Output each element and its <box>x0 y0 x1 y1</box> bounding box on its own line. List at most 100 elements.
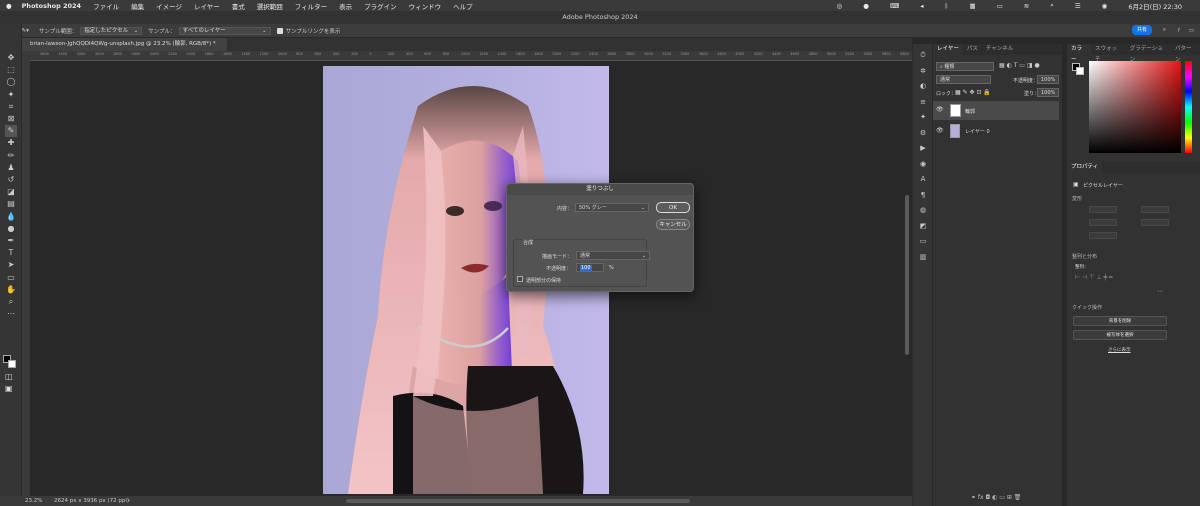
bg-swatch[interactable] <box>1076 67 1084 75</box>
status-arrow-icon[interactable]: › <box>128 496 130 506</box>
path-select-tool-icon[interactable]: ➤ <box>5 259 17 271</box>
sample-select[interactable]: すべてのレイヤー ⌄ <box>178 26 271 35</box>
tab-swatches[interactable]: スウォッチ <box>1091 44 1126 63</box>
libraries-icon[interactable]: ≡ <box>918 95 928 111</box>
properties-icon[interactable]: ✲ <box>918 64 928 80</box>
apple-icon[interactable]: ● <box>6 2 12 10</box>
mode-select[interactable]: 通常 ⌄ <box>576 251 650 260</box>
siri-icon[interactable]: ◉ <box>1102 2 1108 10</box>
share-button[interactable]: 共有 <box>1132 25 1152 35</box>
grid-icon[interactable]: ▦ <box>969 2 975 10</box>
filter-icons[interactable]: ▦ ◐ T ▭ ◨ ● <box>999 62 1040 69</box>
select-subject-button[interactable]: 被写体を選択 <box>1073 330 1167 340</box>
history-icon[interactable]: ⏱ <box>918 48 928 64</box>
clone-source-icon[interactable]: ⚙ <box>918 126 928 142</box>
cancel-button[interactable]: キャンセル <box>656 219 690 230</box>
timeline-icon[interactable]: ▥ <box>918 250 928 266</box>
blur-tool-icon[interactable]: 💧 <box>5 211 17 223</box>
speaker-icon[interactable]: ◂ <box>920 2 923 10</box>
eraser-tool-icon[interactable]: ◪ <box>5 186 17 198</box>
menu-type[interactable]: 書式 <box>232 1 245 11</box>
frame-tool-icon[interactable]: ⊠ <box>5 113 17 125</box>
quick-actions-section[interactable]: クイック操作 <box>1072 304 1102 311</box>
layer-footer-icons[interactable]: ⚭ fx ◘ ◐ ▭ ⊞ 🗑 <box>971 494 1021 501</box>
lasso-tool-icon[interactable]: ◯ <box>5 76 17 88</box>
healing-tool-icon[interactable]: ✚ <box>5 137 17 149</box>
align-buttons[interactable]: ⊢ ⊣ ⊤ ⊥ ╪ ═ <box>1075 274 1113 281</box>
clock[interactable]: 6月2日(日) 22:30 <box>1128 1 1182 11</box>
layer-row-selected[interactable]: 👁 輪郭 <box>933 101 1059 120</box>
fill-field[interactable]: 100% <box>1037 88 1059 97</box>
hue-slider[interactable] <box>1185 61 1192 153</box>
adjustments-icon[interactable]: ◐ <box>918 79 928 95</box>
creative-cloud-icon[interactable]: ◎ <box>837 2 843 10</box>
align-section[interactable]: 整列と分布 <box>1072 253 1097 260</box>
character-icon[interactable]: A <box>918 172 928 188</box>
wifi-icon[interactable]: ≋ <box>1024 2 1029 10</box>
blend-mode-select[interactable]: 通常 <box>936 75 991 84</box>
tab-layers[interactable]: レイヤー <box>933 44 963 55</box>
content-select[interactable]: 50% グレー ⌄ <box>575 203 649 212</box>
show-more-link[interactable]: さらに表示 <box>1108 347 1131 353</box>
remove-background-button[interactable]: 背景を削除 <box>1073 316 1167 326</box>
screen-mode-icon[interactable]: ▣ <box>5 384 13 393</box>
brush-tool-icon[interactable]: ✏ <box>5 150 17 162</box>
menu-help[interactable]: ヘルプ <box>453 1 473 11</box>
horizontal-scrollbar[interactable] <box>346 499 690 503</box>
layer-kind-filter[interactable]: ⌕ 種類 <box>936 62 994 71</box>
hand-tool-icon[interactable]: ✋ <box>5 284 17 296</box>
comments-icon[interactable]: ▭ <box>918 234 928 250</box>
menu-edit[interactable]: 編集 <box>131 1 144 11</box>
tab-paths[interactable]: パス <box>963 44 982 55</box>
paragraph-icon[interactable]: ¶ <box>918 188 928 204</box>
keyboard-icon[interactable]: ⌨ <box>890 2 899 10</box>
marquee-tool-icon[interactable]: ⬚ <box>5 64 17 76</box>
shapes-icon[interactable]: ◉ <box>918 157 928 173</box>
menu-view[interactable]: 表示 <box>339 1 352 11</box>
pen-tool-icon[interactable]: ✒ <box>5 235 17 247</box>
history-brush-icon[interactable]: ↺ <box>5 174 17 186</box>
dodge-tool-icon[interactable]: ● <box>5 223 17 235</box>
move-tool-icon[interactable]: ✥ <box>5 52 17 64</box>
tab-properties[interactable]: プロパティ <box>1067 162 1103 173</box>
stamp-tool-icon[interactable]: ♟ <box>5 162 17 174</box>
zoom-tool-icon[interactable]: ⌕ <box>5 296 17 308</box>
document-tab[interactable]: brian-lawson-JghQQDI4QWg-unsplash.jpg @ … <box>22 38 227 51</box>
bluetooth-icon[interactable]: ᛒ <box>945 2 949 10</box>
workspace-icon[interactable]: ▭ <box>1189 28 1194 34</box>
search-icon[interactable]: ⌕ <box>1050 1 1054 10</box>
menu-window[interactable]: ウィンドウ <box>409 1 442 11</box>
app-menu[interactable]: Photoshop 2024 <box>22 2 81 10</box>
more-tools-icon[interactable]: ⋯ <box>5 308 17 320</box>
sample-range-select[interactable]: 指定したピクセル ⌄ <box>80 26 143 35</box>
color-field[interactable] <box>1089 61 1181 153</box>
zoom-level[interactable]: 23.2% <box>25 496 42 506</box>
background-color-swatch[interactable] <box>8 360 16 368</box>
opacity-input[interactable]: 100 <box>576 263 604 272</box>
magic-wand-tool-icon[interactable]: ✦ <box>5 89 17 101</box>
preserve-transparency-checkbox[interactable] <box>517 276 523 282</box>
gradient-tool-icon[interactable]: ▤ <box>5 198 17 210</box>
layer-row[interactable]: 👁 レイヤー 0 <box>933 122 1059 140</box>
control-center-icon[interactable]: ☰ <box>1075 2 1081 10</box>
tab-channels[interactable]: チャンネル <box>982 44 1017 55</box>
document-info[interactable]: 2624 px x 3936 px (72 ppi) <box>54 496 129 506</box>
transform-section[interactable]: 変形 <box>1072 195 1082 202</box>
visibility-eye-icon[interactable]: 👁 <box>936 127 944 134</box>
tab-patterns[interactable]: パターン <box>1171 44 1200 63</box>
lock-icons[interactable]: ▦ ✎ ✥ ⊡ 🔒 <box>955 89 991 96</box>
brush-settings-icon[interactable]: ✦ <box>918 110 928 126</box>
search-icon-options[interactable]: ⌕ <box>1163 27 1166 34</box>
styles-icon[interactable]: ◍ <box>918 203 928 219</box>
battery-icon[interactable]: ▭ <box>997 2 1003 10</box>
menu-filter[interactable]: フィルター <box>295 1 327 11</box>
menu-plugins[interactable]: プラグイン <box>364 1 397 11</box>
shape-tool-icon[interactable]: ▭ <box>5 272 17 284</box>
menu-image[interactable]: イメージ <box>156 1 182 11</box>
actions-icon[interactable]: ▶ <box>918 141 928 157</box>
tab-color[interactable]: カラー <box>1067 44 1092 63</box>
more-options-icon[interactable]: ⋯ <box>1157 288 1163 295</box>
eyedropper-icon[interactable]: ✎ <box>5 125 17 138</box>
tab-gradients[interactable]: グラデーション <box>1126 44 1171 63</box>
type-tool-icon[interactable]: T <box>5 247 17 259</box>
